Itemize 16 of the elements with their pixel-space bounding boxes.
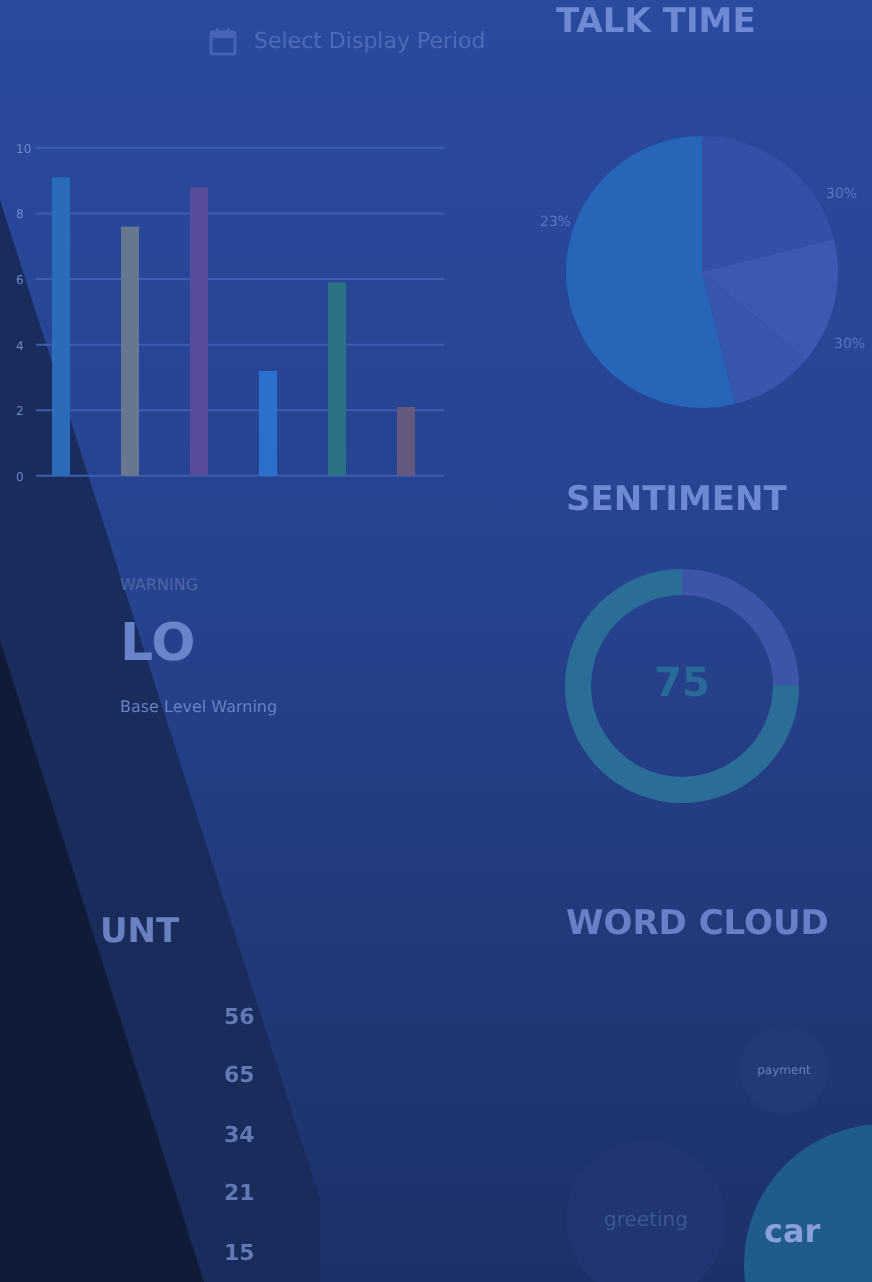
count-title: UNT	[100, 911, 180, 951]
sentiment-title: SENTIMENT	[566, 480, 787, 520]
bar	[397, 406, 415, 476]
count-value: 34	[224, 1119, 255, 1151]
bar	[259, 370, 277, 476]
warning-caption: Base Level Warning	[120, 697, 278, 715]
word-cloud-title: WORD CLOUD	[566, 904, 829, 944]
warning-value: LO	[120, 613, 196, 673]
calendar-icon	[208, 26, 238, 57]
talk-time-title: TALK TIME	[556, 2, 756, 42]
count-value: 21	[224, 1178, 255, 1210]
warning-label: WARNING	[120, 575, 199, 593]
word-bubble: car	[744, 1124, 872, 1282]
count-value: 65	[224, 1060, 255, 1092]
count-value: 15	[224, 1237, 255, 1269]
count-value: 56	[224, 1001, 255, 1033]
